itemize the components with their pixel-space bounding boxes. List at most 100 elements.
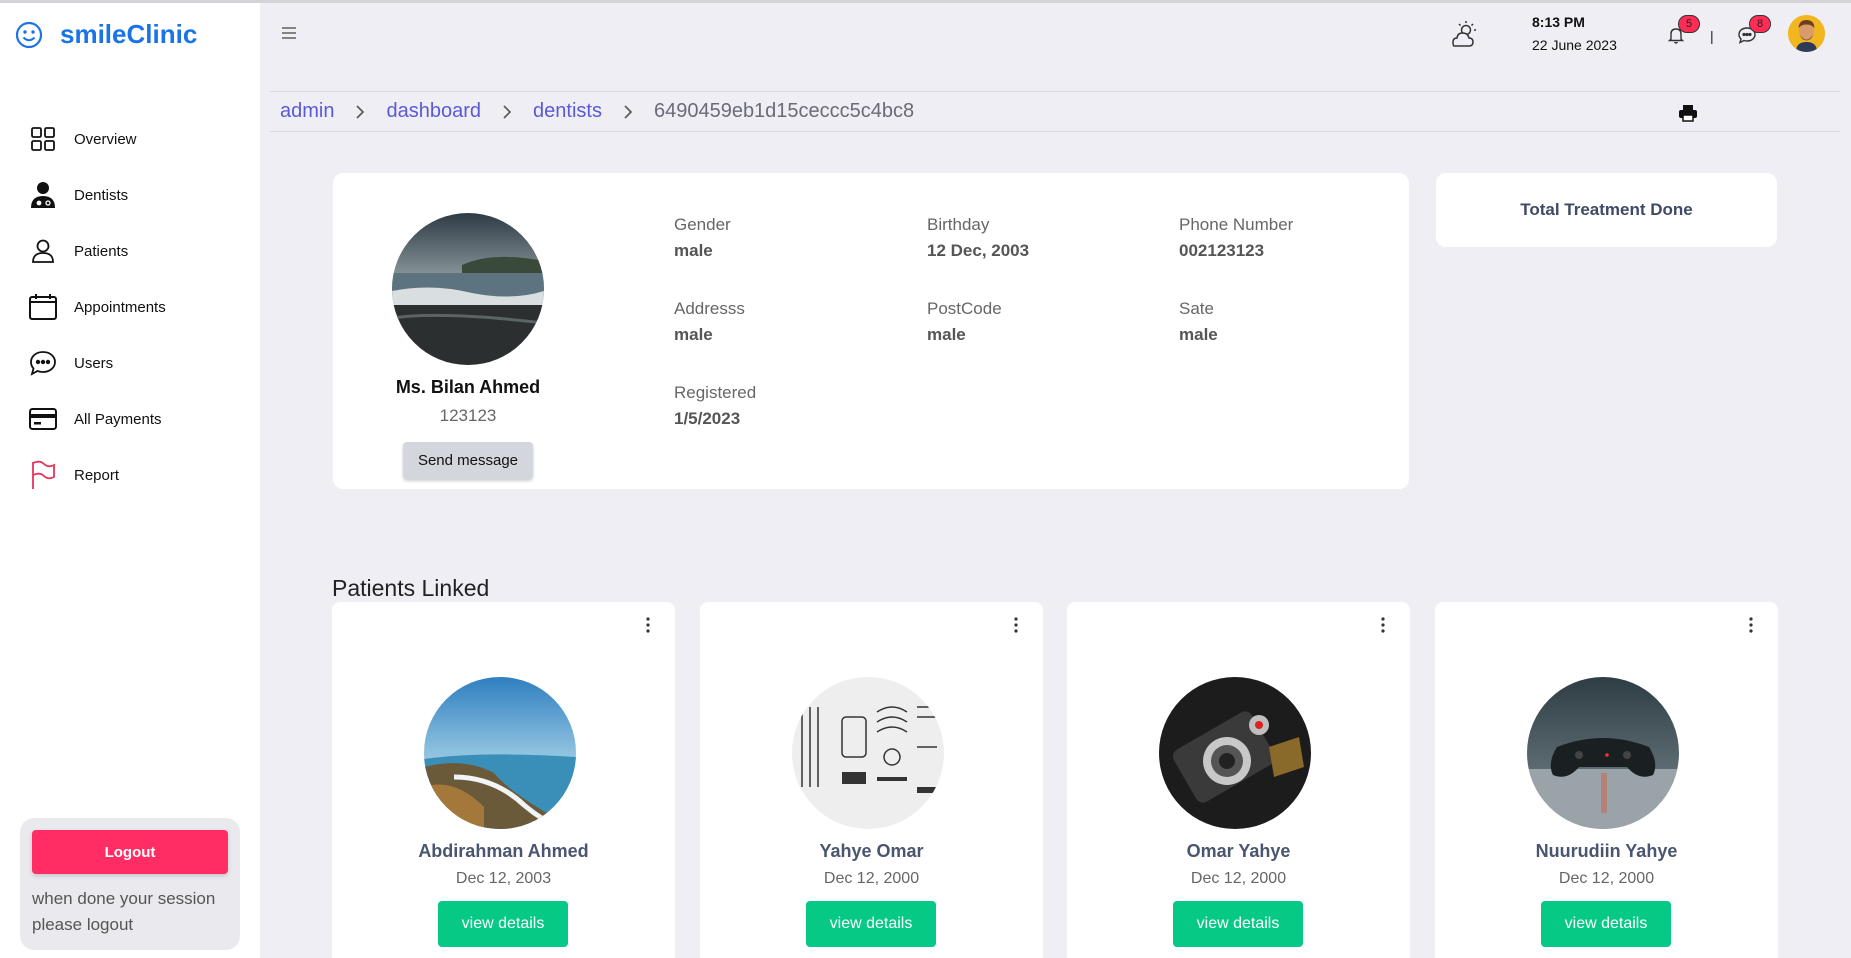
patient-date: Dec 12, 2000: [1190, 870, 1287, 887]
field-value: male: [927, 325, 966, 344]
patient-card: Yahye Omar Dec 12, 2000 view details: [700, 602, 1043, 958]
field-label: Registered: [674, 383, 757, 402]
breadcrumb-bar: admin dashboard dentists 6490459eb1d15ce…: [270, 91, 1840, 132]
patients-linked-title: Patients Linked: [332, 575, 490, 601]
field-gender: Gender male: [674, 215, 731, 261]
field-label: Sate: [1179, 299, 1214, 318]
field-label: Gender: [674, 215, 731, 234]
breadcrumb-dentists[interactable]: dentists: [533, 100, 602, 123]
sidebar-item-label: Overview: [74, 130, 137, 148]
field-value: 002123123: [1179, 241, 1265, 260]
app-name: smileClinic: [60, 19, 198, 49]
sidebar-item-appointments[interactable]: Appointments: [28, 279, 248, 335]
field-postcode: PostCode male: [927, 299, 1002, 345]
kebab-menu-icon[interactable]: [645, 616, 651, 634]
breadcrumb-admin[interactable]: admin: [280, 100, 334, 123]
sidebar-item-label: Report: [74, 466, 120, 484]
field-label: Birthday: [927, 215, 990, 234]
dentist-profile-card: Ms. Bilan Ahmed 123123 Send message Gend…: [333, 173, 1409, 489]
sidebar-item-report[interactable]: Report: [28, 447, 248, 503]
field-value: male: [674, 325, 713, 344]
total-treatment-title: Total Treatment Done: [1520, 200, 1693, 219]
sidebar-item-label: Dentists: [74, 186, 129, 204]
header-divider: |: [1710, 28, 1714, 44]
grid-icon: [28, 124, 58, 154]
patient-name: Abdirahman Ahmed: [418, 841, 589, 861]
sidebar-item-label: All Payments: [74, 410, 162, 428]
clock-time: 8:13 PM: [1532, 14, 1585, 30]
field-address: Addresss male: [674, 299, 745, 345]
profile-id: 123123: [439, 406, 497, 425]
patient-name: Nuurudiin Yahye: [1535, 841, 1678, 861]
sidebar-nav: Overview Dentists Patients Appointments …: [28, 111, 248, 503]
patient-date: Dec 12, 2000: [823, 870, 920, 887]
patient-card: Nuurudiin Yahye Dec 12, 2000 view detail…: [1435, 602, 1778, 958]
patient-photo: [424, 677, 576, 829]
patient-name: Yahye Omar: [819, 841, 924, 861]
field-value: 1/5/2023: [674, 409, 741, 428]
kebab-menu-icon[interactable]: [1748, 616, 1754, 634]
field-value: male: [674, 241, 713, 260]
field-phone: Phone Number 002123123: [1179, 215, 1293, 261]
view-details-button[interactable]: view details: [806, 901, 936, 947]
chevron-right-icon: [624, 104, 633, 119]
credit-card-icon: [28, 404, 58, 434]
notification-badge: 5: [1678, 15, 1700, 33]
logout-note: when done your session please logout: [32, 889, 216, 934]
field-label: Phone Number: [1179, 215, 1294, 234]
messages-badge: 8: [1749, 15, 1771, 33]
hamburger-menu-icon[interactable]: [280, 24, 298, 42]
sidebar-item-dentists[interactable]: Dentists: [28, 167, 248, 223]
sidebar: smileClinic Overview Dentists Patients A…: [0, 3, 260, 958]
chevron-right-icon: [356, 104, 365, 119]
patient-card: Abdirahman Ahmed Dec 12, 2003 view detai…: [332, 602, 675, 958]
breadcrumb-current: 6490459eb1d15ceccc5c4bc8: [653, 100, 915, 122]
field-label: Addresss: [674, 299, 745, 318]
person-icon: [28, 236, 58, 266]
send-message-button[interactable]: Send message: [403, 442, 533, 479]
patient-date: Dec 12, 2003: [455, 870, 552, 887]
field-label: PostCode: [927, 299, 1002, 318]
total-treatment-card: Total Treatment Done: [1436, 173, 1777, 247]
patient-photo: [792, 677, 944, 829]
sidebar-item-label: Appointments: [74, 298, 166, 316]
patient-date: Dec 12, 2000: [1558, 870, 1655, 887]
calendar-icon: [28, 292, 58, 322]
top-border: [0, 0, 1851, 3]
profile-photo: [392, 213, 544, 365]
patient-photo: [1159, 677, 1311, 829]
print-icon[interactable]: [1678, 104, 1698, 122]
brand[interactable]: smileClinic: [14, 19, 197, 50]
logout-panel: Logout when done your session please log…: [20, 818, 240, 950]
doctor-icon: [28, 180, 58, 210]
field-value: male: [1179, 325, 1218, 344]
sidebar-item-users[interactable]: Users: [28, 335, 248, 391]
sidebar-item-label: Users: [74, 354, 114, 372]
breadcrumb: admin dashboard dentists 6490459eb1d15ce…: [280, 100, 914, 123]
clock-date: 22 June 2023: [1532, 37, 1617, 53]
view-details-button[interactable]: view details: [1541, 901, 1671, 947]
field-state: Sate male: [1179, 299, 1218, 345]
chevron-right-icon: [503, 104, 512, 119]
user-avatar[interactable]: [1788, 15, 1825, 52]
kebab-menu-icon[interactable]: [1013, 616, 1019, 634]
profile-name: Ms. Bilan Ahmed: [395, 377, 541, 397]
flag-icon: [28, 460, 58, 490]
field-birthday: Birthday 12 Dec, 2003: [927, 215, 1029, 261]
weather-cloud-sun-icon: [1452, 21, 1476, 47]
smiley-logo-icon: [15, 21, 43, 48]
view-details-button[interactable]: view details: [438, 901, 568, 947]
field-registered: Registered 1/5/2023: [674, 383, 756, 429]
logout-button[interactable]: Logout: [32, 830, 228, 874]
sidebar-item-label: Patients: [74, 242, 129, 260]
patient-name: Omar Yahye: [1186, 841, 1291, 861]
sidebar-item-patients[interactable]: Patients: [28, 223, 248, 279]
field-value: 12 Dec, 2003: [927, 241, 1030, 260]
patient-photo: [1527, 677, 1679, 829]
view-details-button[interactable]: view details: [1173, 901, 1303, 947]
sidebar-item-overview[interactable]: Overview: [28, 111, 248, 167]
patient-card: Omar Yahye Dec 12, 2000 view details: [1067, 602, 1410, 958]
sidebar-item-all-payments[interactable]: All Payments: [28, 391, 248, 447]
kebab-menu-icon[interactable]: [1380, 616, 1386, 634]
breadcrumb-dashboard[interactable]: dashboard: [386, 100, 481, 123]
